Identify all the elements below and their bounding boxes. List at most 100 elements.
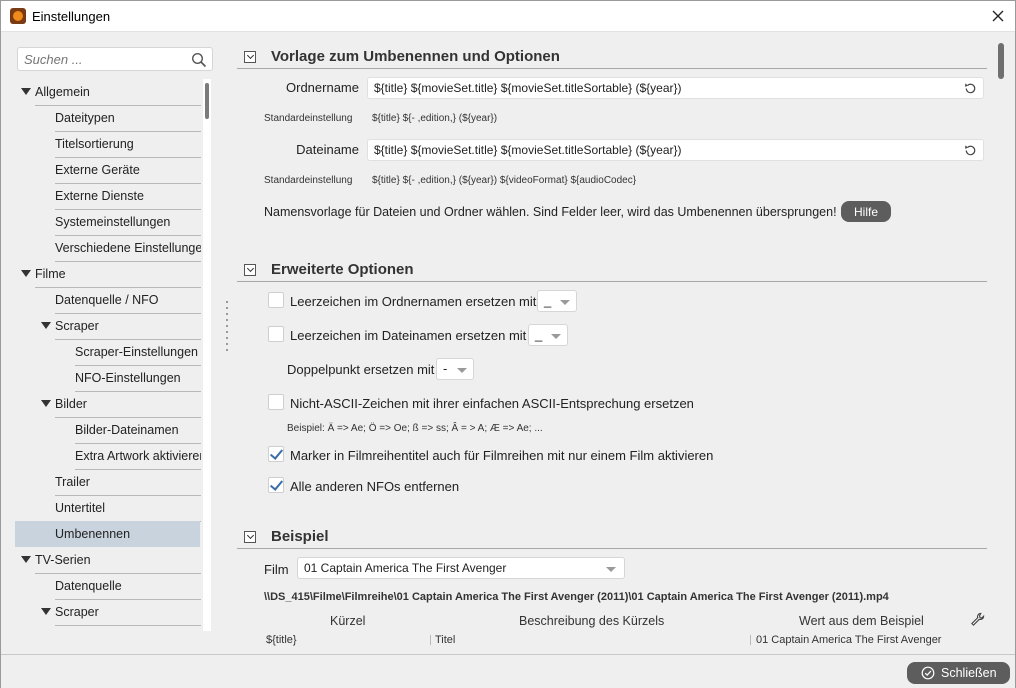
sidebar-item[interactable]: Allgemein <box>21 79 201 106</box>
expand-triangle-icon[interactable] <box>21 556 31 563</box>
column-header-description[interactable]: Beschreibung des Kürzels <box>519 614 664 628</box>
expand-triangle-icon[interactable] <box>41 608 51 615</box>
sidebar-item[interactable]: Datenquelle / NFO <box>41 287 201 314</box>
settings-sidebar: AllgemeinDateitypenTitelsortierungExtern… <box>15 45 215 631</box>
marker-checkbox[interactable] <box>268 446 284 462</box>
footer-bar: Schließen <box>1 654 1015 688</box>
file-default-value: ${title} ${- ,edition,} (${year}) ${vide… <box>372 175 637 186</box>
expand-triangle-icon[interactable] <box>41 400 51 407</box>
folder-default-value: ${title} ${- ,edition,} (${year}) <box>372 113 498 124</box>
space-folder-select[interactable]: _ <box>537 290 577 312</box>
sidebar-item[interactable]: TV-Serien <box>21 547 201 574</box>
remove-nfo-label: Alle anderen NFOs entfernen <box>290 479 460 494</box>
folder-default-label: Standardeinstellung <box>264 113 353 124</box>
file-name-input[interactable] <box>372 142 952 158</box>
sidebar-item-label: Umbenennen <box>55 527 131 541</box>
reset-file-icon[interactable] <box>963 143 978 158</box>
folder-name-input[interactable] <box>372 80 952 96</box>
column-header-value[interactable]: Wert aus dem Beispiel <box>799 614 924 628</box>
sidebar-item-label: Scraper-Einstellungen <box>75 339 201 366</box>
sidebar-item-label: Scraper <box>55 599 201 626</box>
sidebar-item[interactable]: Verschiedene Einstellungen <box>41 235 201 262</box>
sidebar-item-label: Untertitel <box>55 495 201 522</box>
column-header-shortcut[interactable]: Kürzel <box>330 614 365 628</box>
file-name-label: Dateiname <box>296 142 359 157</box>
advanced-section-header[interactable]: Erweiterte Optionen <box>237 258 987 282</box>
close-window-icon[interactable] <box>987 5 1009 27</box>
search-input[interactable] <box>22 50 182 68</box>
expand-triangle-icon[interactable] <box>41 322 51 329</box>
sidebar-item[interactable]: Extra Artwork aktivieren <box>61 443 201 470</box>
tree-scrollbar[interactable] <box>203 79 211 631</box>
sidebar-item[interactable]: Untertitel <box>41 495 201 522</box>
ascii-checkbox[interactable] <box>268 394 284 410</box>
template-section-header[interactable]: Vorlage zum Umbenennen und Optionen <box>237 45 987 69</box>
folder-name-field[interactable] <box>367 77 984 99</box>
sidebar-item-label: TV-Serien <box>35 547 201 574</box>
sidebar-item-label: Filme <box>35 261 201 288</box>
main-panel: Vorlage zum Umbenennen und Optionen Ordn… <box>230 37 993 647</box>
template-hint: Namensvorlage für Dateien und Ordner wäh… <box>264 205 837 219</box>
colon-label: Doppelpunkt ersetzen mit <box>287 362 435 377</box>
sidebar-item[interactable]: Filme <box>21 261 201 288</box>
collapse-toggle-icon[interactable] <box>244 531 256 543</box>
sidebar-item-label: Bilder-Dateinamen <box>75 417 201 444</box>
marker-label: Marker in Filmreihentitel auch für Filmr… <box>290 448 714 463</box>
sidebar-item-label: Verschiedene Einstellungen <box>55 235 201 262</box>
sidebar-item[interactable]: Bilder <box>41 391 201 418</box>
film-value: 01 Captain America The First Avenger <box>304 561 507 575</box>
film-label: Film <box>264 562 289 577</box>
help-button[interactable]: Hilfe <box>841 201 892 222</box>
sidebar-item-label: Scraper <box>55 313 201 340</box>
sidebar-item-label: Datenquelle <box>55 573 201 600</box>
tree-scrollbar-thumb[interactable] <box>205 83 209 119</box>
search-box[interactable] <box>17 47 213 71</box>
sidebar-item[interactable]: Umbenennen <box>15 521 200 547</box>
settings-window: Einstellungen AllgemeinDateitypenTitelso… <box>0 0 1016 688</box>
file-name-field[interactable] <box>367 139 984 161</box>
sidebar-item[interactable]: Dateitypen <box>41 105 201 132</box>
column-divider <box>750 635 751 645</box>
sidebar-item[interactable]: NFO-Einstellungen <box>61 365 201 392</box>
sidebar-item-label: Systemeinstellungen <box>55 209 201 236</box>
sidebar-item[interactable]: Bilder-Dateinamen <box>61 417 201 444</box>
search-icon[interactable] <box>191 52 207 68</box>
column-divider <box>430 635 431 645</box>
template-section-title: Vorlage zum Umbenennen und Optionen <box>271 48 560 65</box>
film-select[interactable]: 01 Captain America The First Avenger <box>297 557 625 579</box>
sidebar-item[interactable]: Scraper <box>41 599 201 626</box>
collapse-toggle-icon[interactable] <box>244 51 256 63</box>
chevron-down-icon <box>560 300 570 305</box>
sidebar-item-label: Datenquelle / NFO <box>55 287 201 314</box>
close-button-label: Schließen <box>941 666 997 680</box>
sidebar-item[interactable]: Trailer <box>41 469 201 496</box>
space-folder-label: Leerzeichen im Ordnernamen ersetzen mit <box>290 294 537 309</box>
space-folder-checkbox[interactable] <box>268 292 284 308</box>
row-shortcut-cell: ${title} <box>266 634 297 646</box>
space-file-checkbox[interactable] <box>268 326 284 342</box>
ascii-example: Beispiel: Ä => Ae; Ö => Oe; ß => ss; Â =… <box>287 423 543 434</box>
sidebar-item[interactable]: Scraper <box>41 313 201 340</box>
expand-triangle-icon[interactable] <box>21 270 31 277</box>
sidebar-item[interactable]: Scraper-Einstellungen <box>61 339 201 366</box>
chevron-down-icon <box>551 334 561 339</box>
close-button[interactable]: Schließen <box>907 662 1010 684</box>
sidebar-item[interactable]: Externe Geräte <box>41 157 201 184</box>
example-section-header[interactable]: Beispiel <box>237 525 987 549</box>
collapse-toggle-icon[interactable] <box>244 264 256 276</box>
sidebar-item[interactable]: Systemeinstellungen <box>41 209 201 236</box>
remove-nfo-checkbox[interactable] <box>268 477 284 493</box>
title-bar: Einstellungen <box>1 1 1015 32</box>
chevron-down-icon <box>457 368 467 373</box>
folder-name-label: Ordnername <box>286 80 359 95</box>
colon-select[interactable]: - <box>436 358 474 380</box>
expand-triangle-icon[interactable] <box>21 88 31 95</box>
sidebar-item[interactable]: Externe Dienste <box>41 183 201 210</box>
reset-folder-icon[interactable] <box>963 81 978 96</box>
sidebar-item[interactable]: Titelsortierung <box>41 131 201 158</box>
main-scrollbar-thumb[interactable] <box>998 43 1004 79</box>
wrench-icon[interactable] <box>970 612 985 627</box>
space-file-select[interactable]: _ <box>528 324 568 346</box>
sidebar-item[interactable]: Datenquelle <box>41 573 201 600</box>
split-handle[interactable] <box>225 301 229 361</box>
